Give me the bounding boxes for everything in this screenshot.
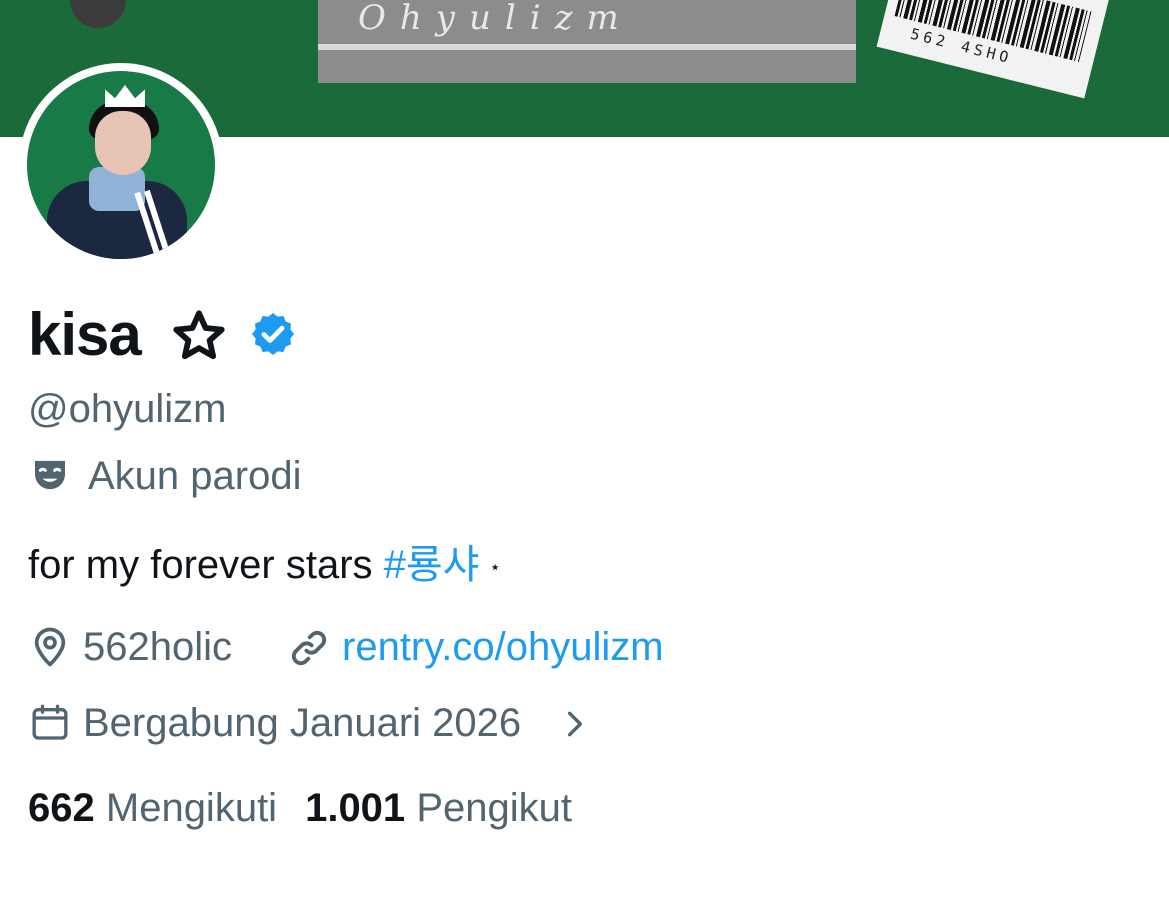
profile-location: 562holic: [83, 625, 233, 669]
banner-barcode: 562 4SHO: [876, 0, 1110, 99]
following-count: 662: [28, 786, 95, 830]
verified-badge-icon[interactable]: [249, 310, 297, 358]
theater-mask-icon: [35, 460, 65, 490]
banner-decoration: [70, 0, 126, 28]
profile-joined-date[interactable]: Bergabung Januari 2026: [83, 699, 521, 747]
calendar-icon: [32, 704, 68, 740]
followers-link[interactable]: 1.001 Pengikut: [305, 786, 572, 830]
display-name: kisa: [28, 301, 142, 368]
link-icon: [291, 630, 327, 666]
parody-label[interactable]: Akun parodi: [88, 452, 301, 500]
location-pin-icon: [34, 627, 66, 667]
avatar[interactable]: [19, 63, 223, 267]
profile-handle: @ohyulizm: [28, 387, 227, 431]
followers-count: 1.001: [305, 786, 406, 830]
following-link[interactable]: 662 Mengikuti: [28, 786, 277, 830]
profile-bio: for my forever stars #룡샤 ⋆: [28, 541, 501, 591]
chevron-right-icon[interactable]: [563, 708, 587, 740]
follow-stats: 662 Mengikuti 1.001 Pengikut: [28, 784, 572, 832]
following-label: Mengikuti: [105, 786, 278, 830]
banner-card-stripe: [318, 44, 856, 50]
bio-text: for my forever stars: [28, 543, 384, 587]
bio-sparkle: ⋆: [489, 557, 501, 578]
banner-card: Ohyulizm: [318, 0, 856, 83]
star-icon: [173, 310, 225, 360]
bio-hashtag-link[interactable]: #룡샤: [384, 543, 480, 587]
banner-card-text: Ohyulizm: [358, 0, 633, 38]
followers-label: Pengikut: [416, 786, 572, 830]
profile-website-link[interactable]: rentry.co/ohyulizm: [342, 623, 664, 671]
avatar-face: [95, 111, 151, 175]
avatar-crown: [105, 85, 145, 107]
avatar-image: [27, 71, 215, 259]
